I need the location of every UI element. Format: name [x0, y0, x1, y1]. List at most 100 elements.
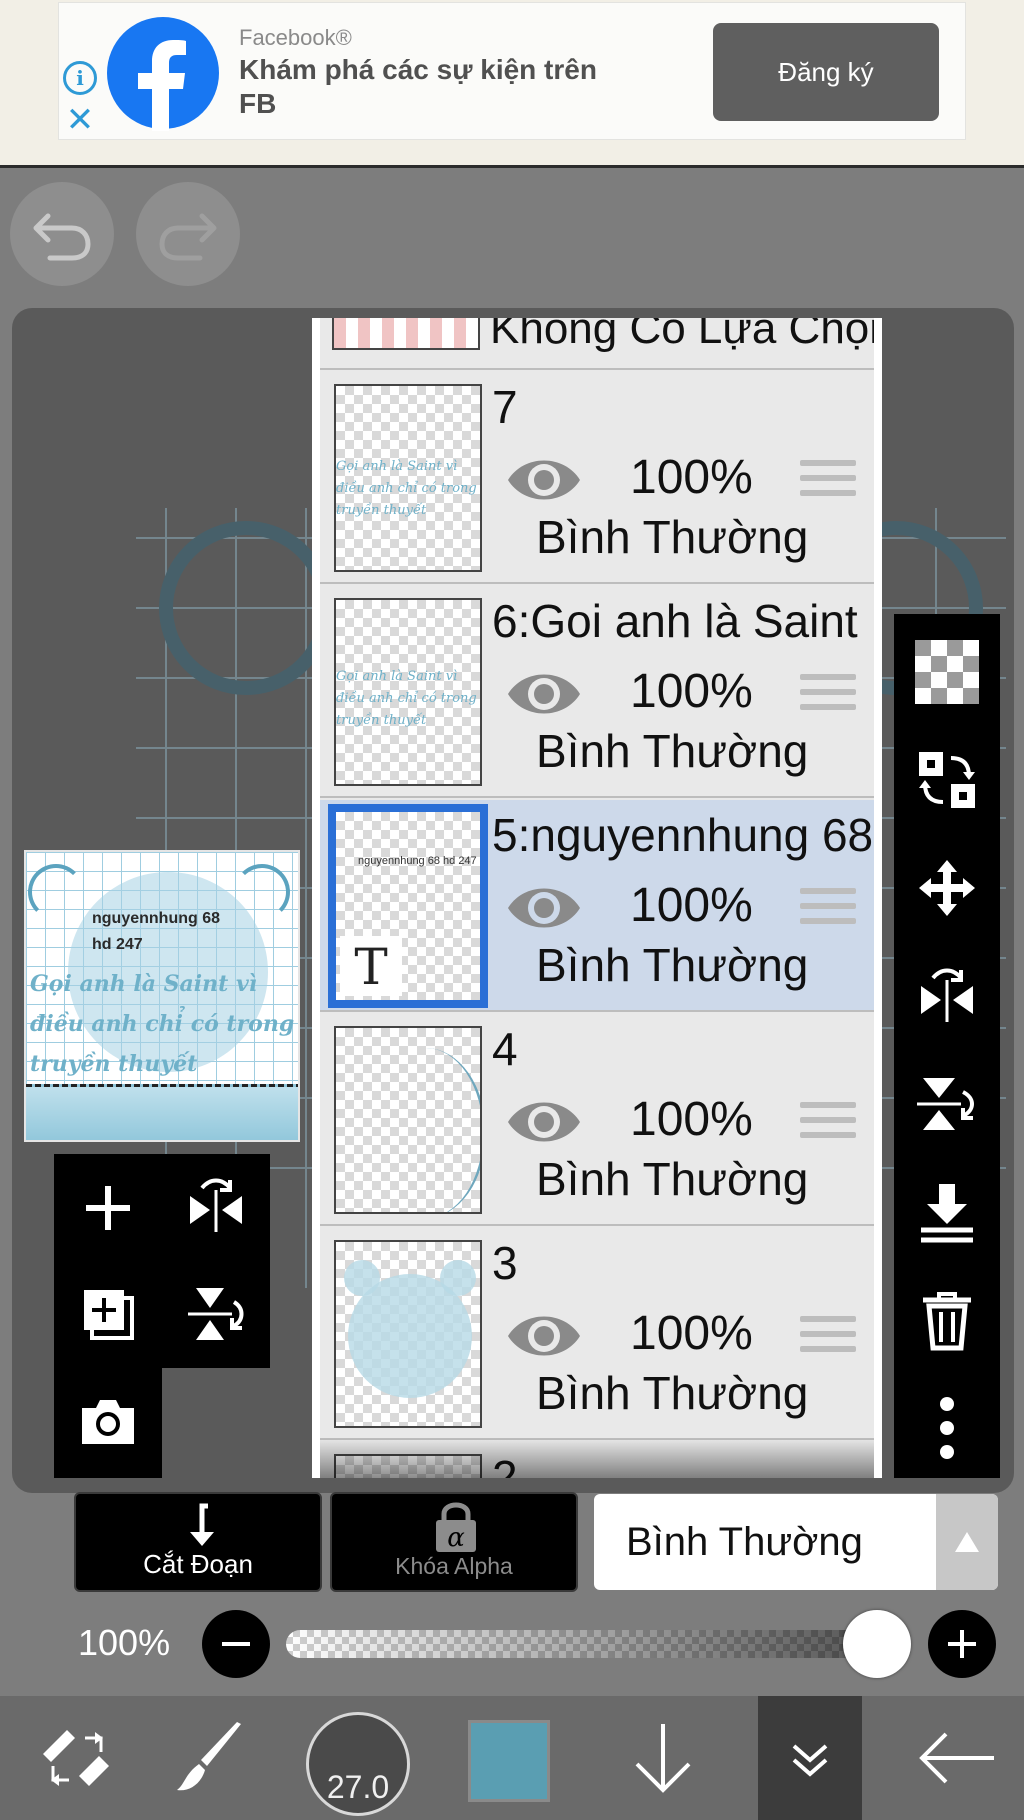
back-arrow-icon — [919, 1732, 994, 1784]
delete-layer-button[interactable] — [894, 1266, 1000, 1374]
eye-icon[interactable] — [506, 880, 582, 936]
undo-button[interactable] — [10, 182, 114, 286]
layer-item[interactable]: 4 100% Bình Thường — [320, 1014, 874, 1226]
preview-ear-left — [28, 864, 84, 920]
clipping-label: Cắt Đoạn — [143, 1549, 253, 1579]
preview-ear-right — [234, 864, 290, 920]
eye-icon[interactable] — [506, 1308, 582, 1364]
duplicate-layer-button[interactable] — [54, 1260, 162, 1368]
flip-layer-vertical-button[interactable] — [162, 1260, 270, 1368]
layer-item[interactable]: Gọi anh là Saint vì điều anh chỉ có tron… — [320, 586, 874, 798]
swap-layer-button[interactable] — [894, 726, 1000, 834]
layer-opacity: 100% — [630, 665, 753, 718]
layer-down-button[interactable] — [608, 1696, 718, 1820]
eye-icon[interactable] — [506, 666, 582, 722]
flip-horizontal-icon — [921, 968, 973, 1022]
layer-thumbnail: Gọi anh là Saint vì điều anh chỉ có tron… — [334, 598, 482, 786]
blend-mode-select[interactable]: Bình Thường — [594, 1494, 998, 1590]
layer-name: 3 — [492, 1237, 518, 1289]
layer-item-selected[interactable]: nguyennhung 68 hd 247 T 5:nguyennhung 68… — [320, 800, 874, 1012]
thumb-bear-shape — [344, 1260, 476, 1398]
brush-icon — [177, 1722, 241, 1791]
eye-icon[interactable] — [506, 452, 582, 508]
layer-opacity: 100% — [630, 879, 753, 932]
brush-size-button[interactable]: 27.0 — [306, 1712, 410, 1816]
layer-item[interactable]: Gọi anh là Saint vì điều anh chỉ có tron… — [320, 372, 874, 584]
camera-icon — [82, 1400, 134, 1444]
back-button[interactable] — [902, 1696, 1012, 1820]
more-icon — [940, 1397, 954, 1459]
thumb-text: nguyennhung 68 hd 247 — [358, 855, 477, 867]
clipping-button[interactable]: Cắt Đoạn — [74, 1492, 322, 1592]
layer-opacity: 100% — [630, 1307, 753, 1360]
eye-icon[interactable] — [506, 1094, 582, 1150]
transparency-button[interactable] — [894, 618, 1000, 726]
close-icon[interactable]: ✕ — [63, 103, 97, 137]
drag-handle-icon[interactable] — [800, 674, 856, 718]
bottom-toolbar: 27.0 — [0, 1696, 1024, 1820]
opacity-decrease-button[interactable] — [202, 1610, 270, 1678]
camera-button[interactable] — [54, 1368, 162, 1476]
flip-horizontal-icon — [190, 1178, 242, 1232]
triangle-up-icon — [955, 1532, 979, 1552]
merge-down-button[interactable] — [894, 1158, 1000, 1266]
brush-size-value: 27.0 — [326, 1769, 390, 1805]
arrow-down-icon — [635, 1724, 691, 1793]
layer-tools-right — [894, 614, 1000, 1478]
layer-name: 5:nguyennhung 68 — [492, 809, 874, 861]
opacity-slider[interactable] — [286, 1630, 904, 1658]
layer-thumbnail: nguyennhung 68 hd 247 T — [328, 804, 488, 1008]
layer-blend-mode: Bình Thường — [536, 1367, 809, 1419]
flip-layer-horizontal-button[interactable] — [162, 1154, 270, 1262]
text-layer-icon: T — [340, 936, 402, 996]
ad-banner: i ✕ Facebook® Khám phá các sự kiện trên … — [0, 0, 1024, 168]
layer-thumbnail — [334, 1240, 482, 1428]
ad-card[interactable]: i ✕ Facebook® Khám phá các sự kiện trên … — [58, 2, 966, 140]
canvas-preview[interactable]: nguyennhung 68 hd 247 Gọi anh là Saint v… — [24, 850, 300, 1142]
brush-tool-button[interactable] — [156, 1696, 266, 1820]
layer-blend-mode: Bình Thường — [536, 939, 809, 991]
ad-headline: Khám phá các sự kiện trên FB — [239, 54, 597, 119]
opacity-slider-knob[interactable] — [842, 1610, 911, 1678]
preview-script-text: Gọi anh là Saint vì điều anh chỉ có tron… — [30, 971, 295, 1077]
layer-tools-left-bottom — [54, 1368, 162, 1478]
thumb-arc — [366, 1048, 480, 1212]
flip-horizontal-button[interactable] — [894, 942, 1000, 1050]
color-swatch[interactable] — [468, 1720, 550, 1802]
alpha-lock-button[interactable]: α Khóa Alpha — [330, 1492, 578, 1592]
transform-tool-icon — [43, 1730, 109, 1786]
chevron-double-down-icon — [792, 1744, 828, 1777]
drag-handle-icon[interactable] — [800, 460, 856, 504]
layer-item-selection[interactable]: Không Có Lựa Chọn — [320, 318, 874, 370]
add-layer-button[interactable] — [54, 1154, 162, 1262]
merge-down-icon — [921, 1184, 973, 1243]
list-fade — [320, 1438, 874, 1478]
layer-thumbnail — [332, 318, 480, 350]
ad-signup-button[interactable]: Đăng ký — [713, 23, 939, 121]
redo-button[interactable] — [136, 182, 240, 286]
layer-tools-left — [54, 1154, 270, 1368]
flip-vertical-button[interactable] — [894, 1050, 1000, 1158]
plus-icon — [948, 1630, 976, 1658]
layer-list[interactable]: Không Có Lựa Chọn Gọi anh là Saint vì đi… — [320, 318, 874, 1478]
more-options-button[interactable] — [894, 1374, 1000, 1482]
flip-vertical-icon — [917, 1078, 974, 1130]
facebook-logo — [107, 17, 219, 131]
alpha-lock-label: Khóa Alpha — [395, 1553, 513, 1579]
dropdown-arrow[interactable] — [936, 1494, 998, 1590]
layer-name: 6:Goi anh là Saint — [492, 595, 858, 647]
drag-handle-icon[interactable] — [800, 1102, 856, 1146]
layer-list-panel: Không Có Lựa Chọn Gọi anh là Saint vì đi… — [312, 318, 882, 1478]
transform-tool-button[interactable] — [22, 1696, 132, 1820]
layer-opacity: 100% — [630, 451, 753, 504]
move-button[interactable] — [894, 834, 1000, 942]
layer-blend-mode: Bình Thường — [536, 1153, 809, 1205]
drag-handle-icon[interactable] — [800, 888, 856, 932]
drag-handle-icon[interactable] — [800, 1316, 856, 1360]
layer-item[interactable]: 3 100% Bình Thường — [320, 1228, 874, 1440]
opacity-increase-button[interactable] — [928, 1610, 996, 1678]
info-icon[interactable]: i — [63, 61, 97, 95]
layer-menu-toggle[interactable] — [758, 1696, 862, 1820]
transparency-icon — [915, 640, 979, 704]
move-icon — [919, 860, 975, 916]
